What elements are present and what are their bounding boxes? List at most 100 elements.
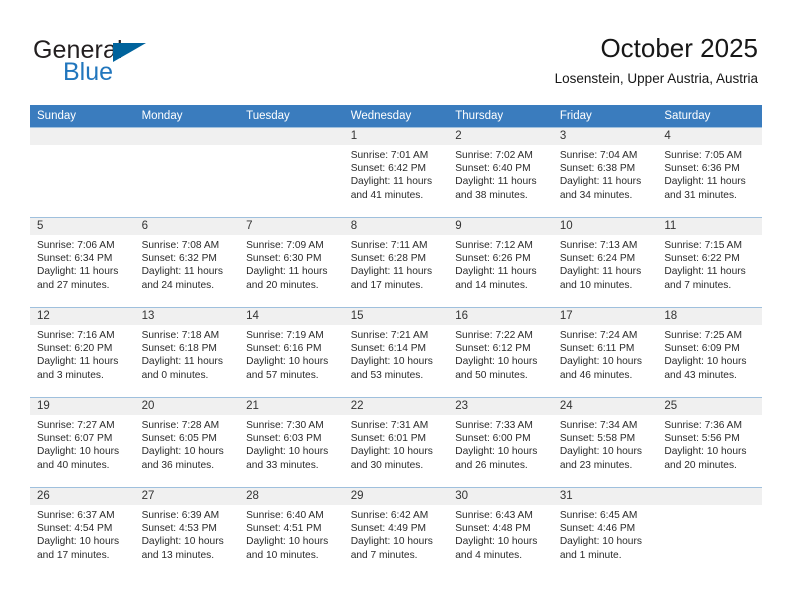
day-cell[interactable]: 17 Sunrise: 7:24 AM Sunset: 6:11 PM Dayligh… [552, 307, 658, 397]
sunrise-text: Sunrise: 6:45 AM [559, 510, 638, 521]
sunrise-text: Sunrise: 7:08 AM [141, 240, 220, 251]
daylight-text: Daylight: 11 hours and 31 minutes. [664, 176, 746, 201]
day-cell[interactable]: 13 Sunrise: 7:18 AM Sunset: 6:18 PM Dayligh… [134, 307, 240, 397]
day-cell[interactable]: 28 Sunrise: 6:40 AM Sunset: 4:51 PM Dayligh… [239, 487, 344, 577]
daylight-text: Daylight: 10 hours and 10 minutes. [246, 536, 329, 561]
day-cell-empty [134, 127, 240, 217]
daylight-text: Daylight: 10 hours and 7 minutes. [350, 536, 433, 561]
day-cell[interactable]: 10 Sunrise: 7:13 AM Sunset: 6:24 PM Dayligh… [552, 217, 658, 307]
calendar-week-row: 12 Sunrise: 7:16 AM Sunset: 6:20 PM Dayligh… [30, 307, 762, 397]
day-details: Sunrise: 7:04 AM Sunset: 6:38 PM Daylight:… [553, 145, 658, 202]
day-details: Sunrise: 6:43 AM Sunset: 4:48 PM Daylight:… [448, 505, 553, 562]
sunrise-text: Sunrise: 6:39 AM [141, 510, 220, 521]
calendar-cell: 17 Sunrise: 7:24 AM Sunset: 6:11 PM Dayligh… [552, 307, 658, 397]
sunrise-text: Sunrise: 7:27 AM [37, 420, 115, 431]
sunset-text: Sunset: 6:09 PM [664, 343, 740, 355]
brand-logo[interactable]: General Blue [33, 36, 263, 86]
day-number: 15 [343, 308, 449, 325]
day-cell[interactable]: 15 Sunrise: 7:21 AM Sunset: 6:14 PM Dayligh… [343, 307, 449, 397]
day-number [239, 128, 344, 145]
day-cell[interactable]: 9 Sunrise: 7:12 AM Sunset: 6:26 PM Daylight… [448, 217, 553, 307]
calendar-cell: 30 Sunrise: 6:43 AM Sunset: 4:48 PM Dayligh… [448, 487, 553, 577]
day-details: Sunrise: 7:27 AM Sunset: 6:07 PM Daylight:… [30, 415, 135, 472]
day-cell[interactable]: 31 Sunrise: 6:45 AM Sunset: 4:46 PM Dayligh… [552, 487, 658, 577]
sunrise-text: Sunrise: 7:01 AM [350, 150, 429, 161]
day-cell[interactable]: 27 Sunrise: 6:39 AM Sunset: 4:53 PM Dayligh… [134, 487, 240, 577]
day-cell[interactable]: 6 Sunrise: 7:08 AM Sunset: 6:32 PM Daylight… [134, 217, 240, 307]
day-cell[interactable]: 8 Sunrise: 7:11 AM Sunset: 6:28 PM Daylight… [343, 217, 449, 307]
sunset-text: Sunset: 6:00 PM [455, 433, 531, 445]
sunset-text: Sunset: 6:28 PM [350, 253, 427, 265]
sunrise-text: Sunrise: 7:30 AM [246, 420, 324, 431]
sunset-text: Sunset: 6:16 PM [246, 343, 322, 355]
daylight-text: Daylight: 11 hours and 14 minutes. [455, 266, 537, 291]
sunset-text: Sunset: 6:30 PM [246, 253, 322, 265]
sunrise-text: Sunrise: 7:28 AM [141, 420, 220, 431]
day-cell[interactable]: 7 Sunrise: 7:09 AM Sunset: 6:30 PM Daylight… [239, 217, 344, 307]
sunrise-text: Sunrise: 7:36 AM [664, 420, 742, 431]
day-cell[interactable]: 19 Sunrise: 7:27 AM Sunset: 6:07 PM Dayligh… [30, 397, 135, 487]
sunrise-text: Sunrise: 7:13 AM [559, 240, 638, 251]
day-cell[interactable]: 20 Sunrise: 7:28 AM Sunset: 6:05 PM Dayligh… [134, 397, 240, 487]
sunrise-text: Sunrise: 6:42 AM [350, 510, 429, 521]
day-cell[interactable]: 14 Sunrise: 7:19 AM Sunset: 6:16 PM Dayligh… [239, 307, 344, 397]
day-details: Sunrise: 7:01 AM Sunset: 6:42 PM Daylight:… [344, 145, 449, 202]
day-details: Sunrise: 7:21 AM Sunset: 6:14 PM Daylight:… [344, 325, 449, 382]
day-details: Sunrise: 7:36 AM Sunset: 5:56 PM Daylight:… [657, 415, 762, 472]
day-details: Sunrise: 7:22 AM Sunset: 6:12 PM Daylight:… [448, 325, 553, 382]
calendar-cell: 4 Sunrise: 7:05 AM Sunset: 6:36 PM Daylight… [657, 127, 762, 217]
day-details: Sunrise: 7:05 AM Sunset: 6:36 PM Daylight:… [657, 145, 762, 202]
sunset-text: Sunset: 4:48 PM [455, 523, 531, 535]
sunrise-text: Sunrise: 7:21 AM [350, 330, 429, 341]
sunset-text: Sunset: 6:40 PM [455, 163, 531, 175]
sunset-text: Sunset: 4:53 PM [141, 523, 217, 535]
sunrise-text: Sunrise: 7:11 AM [350, 240, 428, 251]
day-cell[interactable]: 29 Sunrise: 6:42 AM Sunset: 4:49 PM Dayligh… [343, 487, 449, 577]
daylight-text: Daylight: 10 hours and 33 minutes. [246, 446, 329, 471]
day-cell[interactable]: 23 Sunrise: 7:33 AM Sunset: 6:00 PM Dayligh… [448, 397, 553, 487]
sunset-text: Sunset: 6:14 PM [350, 343, 427, 355]
day-cell[interactable]: 4 Sunrise: 7:05 AM Sunset: 6:36 PM Daylight… [657, 127, 762, 217]
day-cell[interactable]: 25 Sunrise: 7:36 AM Sunset: 5:56 PM Dayligh… [657, 397, 762, 487]
calendar-table: Sunday Monday Tuesday Wednesday Thursday… [30, 105, 762, 577]
day-cell[interactable]: 2 Sunrise: 7:02 AM Sunset: 6:40 PM Daylight… [448, 127, 553, 217]
day-cell[interactable]: 21 Sunrise: 7:30 AM Sunset: 6:03 PM Dayligh… [239, 397, 344, 487]
day-number: 22 [343, 398, 449, 415]
day-cell[interactable]: 5 Sunrise: 7:06 AM Sunset: 6:34 PM Daylight… [30, 217, 135, 307]
sunrise-text: Sunrise: 6:40 AM [246, 510, 324, 521]
daylight-text: Daylight: 10 hours and 30 minutes. [350, 446, 433, 471]
daylight-text: Daylight: 10 hours and 4 minutes. [455, 536, 538, 561]
daylight-text: Daylight: 10 hours and 57 minutes. [246, 356, 329, 381]
day-cell[interactable]: 3 Sunrise: 7:04 AM Sunset: 6:38 PM Daylight… [552, 127, 658, 217]
sunset-text: Sunset: 6:20 PM [37, 343, 113, 355]
day-cell[interactable]: 18 Sunrise: 7:25 AM Sunset: 6:09 PM Dayligh… [657, 307, 762, 397]
day-number: 18 [657, 308, 762, 325]
day-details: Sunrise: 6:39 AM Sunset: 4:53 PM Daylight:… [135, 505, 240, 562]
sunrise-text: Sunrise: 7:22 AM [455, 330, 533, 341]
daylight-text: Daylight: 10 hours and 23 minutes. [559, 446, 642, 471]
calendar-cell: 10 Sunrise: 7:13 AM Sunset: 6:24 PM Dayligh… [552, 217, 658, 307]
day-details: Sunrise: 7:31 AM Sunset: 6:01 PM Daylight:… [344, 415, 449, 472]
weekday-header-saturday: Saturday [657, 105, 762, 127]
day-cell[interactable]: 24 Sunrise: 7:34 AM Sunset: 5:58 PM Dayligh… [552, 397, 658, 487]
sunset-text: Sunset: 5:56 PM [664, 433, 740, 445]
sunrise-text: Sunrise: 7:34 AM [559, 420, 638, 431]
day-details: Sunrise: 7:12 AM Sunset: 6:26 PM Daylight:… [448, 235, 553, 292]
calendar-cell: 13 Sunrise: 7:18 AM Sunset: 6:18 PM Dayligh… [134, 307, 240, 397]
day-cell[interactable]: 26 Sunrise: 6:37 AM Sunset: 4:54 PM Dayligh… [30, 487, 135, 577]
day-details: Sunrise: 6:40 AM Sunset: 4:51 PM Daylight:… [239, 505, 344, 562]
day-cell[interactable]: 12 Sunrise: 7:16 AM Sunset: 6:20 PM Dayligh… [30, 307, 135, 397]
sunrise-text: Sunrise: 7:25 AM [664, 330, 742, 341]
day-cell[interactable]: 1 Sunrise: 7:01 AM Sunset: 6:42 PM Daylight… [343, 127, 449, 217]
calendar-cell: 5 Sunrise: 7:06 AM Sunset: 6:34 PM Daylight… [30, 217, 135, 307]
day-cell[interactable]: 30 Sunrise: 6:43 AM Sunset: 4:48 PM Dayligh… [448, 487, 553, 577]
day-cell[interactable]: 16 Sunrise: 7:22 AM Sunset: 6:12 PM Dayligh… [448, 307, 553, 397]
daylight-text: Daylight: 11 hours and 41 minutes. [350, 176, 433, 201]
weekday-header-wednesday: Wednesday [343, 105, 449, 127]
day-cell[interactable]: 11 Sunrise: 7:15 AM Sunset: 6:22 PM Dayligh… [657, 217, 762, 307]
calendar-cell: 14 Sunrise: 7:19 AM Sunset: 6:16 PM Dayligh… [239, 307, 344, 397]
day-cell[interactable]: 22 Sunrise: 7:31 AM Sunset: 6:01 PM Dayligh… [343, 397, 449, 487]
sunset-text: Sunset: 4:51 PM [246, 523, 322, 535]
daylight-text: Daylight: 11 hours and 20 minutes. [246, 266, 328, 291]
day-number: 19 [30, 398, 135, 415]
